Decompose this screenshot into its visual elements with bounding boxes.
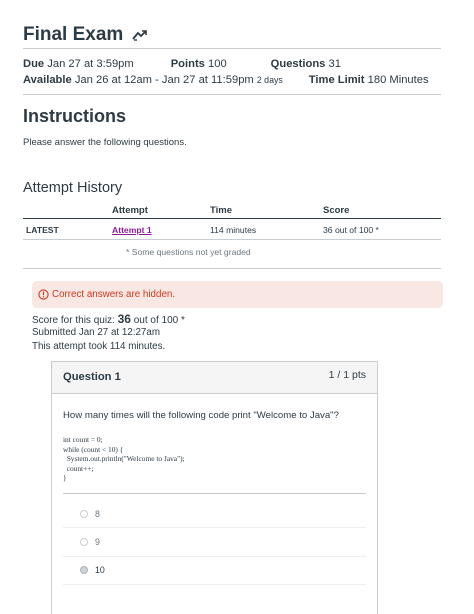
divider [63, 527, 366, 528]
answer-option-selected[interactable]: 10 [80, 565, 105, 575]
due-label: Due [23, 58, 45, 70]
row-label: LATEST [26, 225, 59, 235]
published-icon [132, 30, 148, 41]
available-duration: 2 days [256, 75, 283, 85]
answer-option[interactable]: 9 [80, 537, 100, 547]
quiz-meta-row-2: Available Jan 26 at 12am - Jan 27 at 11:… [23, 74, 429, 86]
correct-answers-hidden-alert: Correct answers are hidden. [32, 281, 443, 308]
submitted-time: Submitted Jan 27 at 12:27am [32, 327, 160, 338]
question-header: Question 1 1 / 1 pts [52, 362, 377, 394]
question-card: Question 1 1 / 1 pts How many times will… [51, 361, 378, 614]
warning-circle-icon [38, 289, 49, 300]
alert-text: Correct answers are hidden. [52, 289, 176, 300]
ungraded-note: * Some questions not yet graded [126, 247, 251, 257]
question-points: 1 / 1 pts [328, 369, 366, 381]
radio-button-selected[interactable] [80, 566, 88, 574]
answer-option[interactable]: 8 [80, 509, 100, 519]
attempt-link[interactable]: Attempt 1 [112, 225, 152, 235]
questions-label: Questions [270, 58, 326, 70]
question-text: How many times will the following code p… [63, 410, 339, 421]
available-value: Jan 26 at 12am - Jan 27 at 11:59pm [74, 74, 254, 86]
points-label: Points [170, 58, 205, 70]
divider [63, 556, 366, 557]
attempt-history-heading: Attempt History [23, 180, 123, 196]
attempt-duration: This attempt took 114 minutes. [32, 341, 166, 352]
code-snippet: int count = 0; while (count < 10) { Syst… [63, 435, 185, 482]
radio-button[interactable] [80, 510, 88, 518]
instructions-text: Please answer the following questions. [23, 137, 187, 148]
questions-value: 31 [328, 58, 341, 70]
column-header-score: Score [323, 205, 350, 216]
attempt-score: 36 out of 100 * [323, 225, 379, 235]
time-limit-value: 180 Minutes [367, 74, 429, 86]
table-row: LATEST Attempt 1 114 minutes 36 out of 1… [23, 219, 441, 240]
question-title: Question 1 [63, 371, 121, 383]
divider [23, 94, 441, 95]
score-value: 36 [117, 312, 131, 326]
available-label: Available [23, 74, 72, 86]
instructions-heading: Instructions [23, 106, 127, 126]
quiz-meta-row-1: Due Jan 27 at 3:59pm Points 100 Questions … [23, 58, 341, 70]
divider [23, 268, 441, 269]
page-title: Final Exam [23, 24, 124, 45]
quiz-score: Score for this quiz: 36 out of 100 * [32, 312, 185, 326]
column-header-attempt: Attempt [112, 205, 148, 216]
score-suffix: out of 100 * [133, 315, 185, 326]
answer-label: 10 [95, 565, 105, 575]
divider [63, 493, 366, 494]
due-value: Jan 27 at 3:59pm [47, 58, 134, 70]
answer-label: 8 [95, 509, 100, 519]
title-row: Final Exam [23, 24, 148, 46]
divider [63, 584, 366, 585]
divider [23, 48, 441, 49]
score-prefix: Score for this quiz: [32, 315, 115, 326]
time-limit-label: Time Limit [308, 74, 365, 86]
column-header-time: Time [210, 205, 233, 216]
radio-button[interactable] [80, 538, 88, 546]
points-value: 100 [208, 58, 227, 70]
attempt-time: 114 minutes [210, 225, 257, 235]
attempt-table-header: Attempt Time Score [23, 198, 441, 219]
answer-label: 9 [95, 537, 100, 547]
